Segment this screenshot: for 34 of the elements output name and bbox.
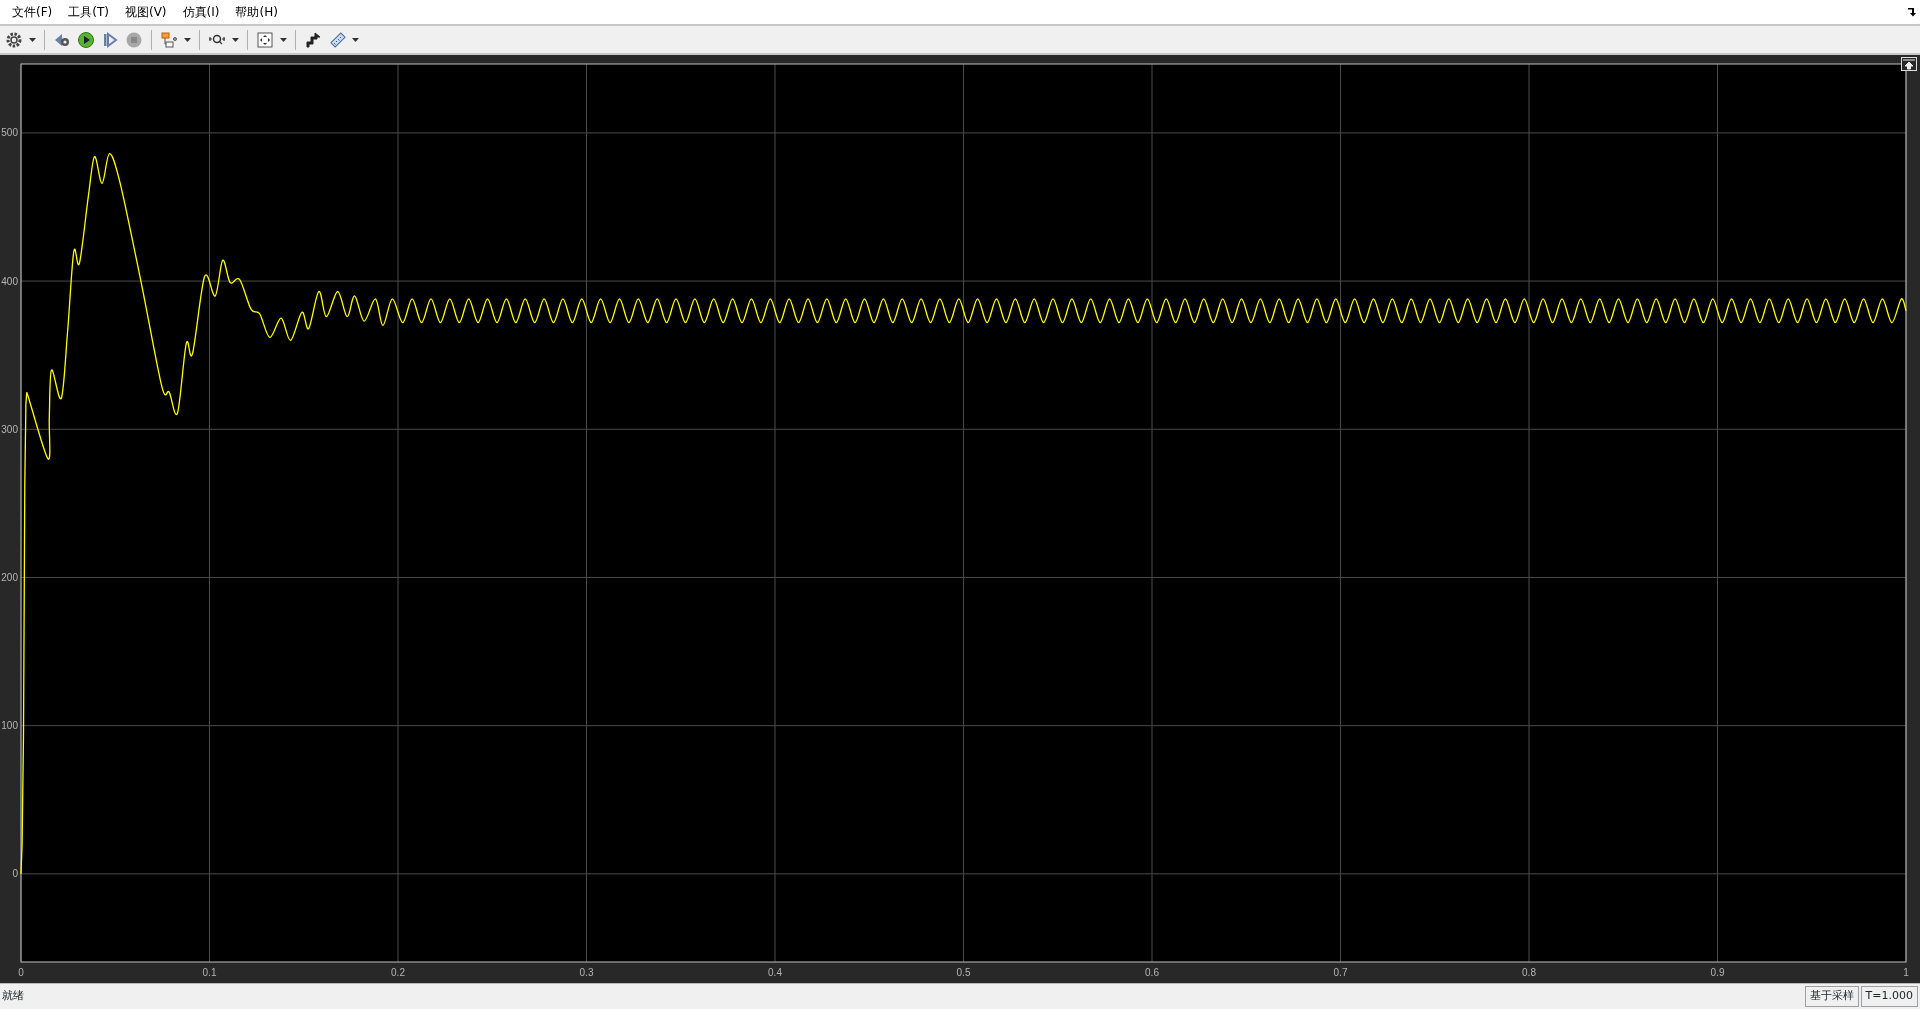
run-button[interactable] bbox=[75, 29, 97, 50]
axis-tick-label: 0.3 bbox=[579, 967, 594, 978]
signal-select-button[interactable] bbox=[158, 29, 180, 50]
axis-tick-label: 200 bbox=[1, 571, 18, 583]
axis-tick-label: 500 bbox=[1, 127, 18, 139]
axis-tick-label: 0 bbox=[18, 967, 24, 978]
caret-icon[interactable] bbox=[230, 36, 241, 43]
caret-icon[interactable] bbox=[278, 36, 289, 43]
axis-tick-label: 0.6 bbox=[1145, 967, 1159, 978]
axis-tick-label: 1 bbox=[1903, 967, 1909, 978]
axis-tick-label: 0.5 bbox=[956, 967, 971, 978]
menu-item[interactable]: 仿真(I) bbox=[174, 2, 228, 22]
axis-tick-label: 0 bbox=[12, 868, 18, 880]
status-text: 就绪 bbox=[1, 988, 24, 1005]
axis-tick-label: 0.4 bbox=[768, 967, 782, 978]
sample-mode-label: 基于采样 bbox=[1804, 986, 1859, 1007]
restore-view-icon[interactable] bbox=[1901, 57, 1917, 71]
axis-tick-label: 0.1 bbox=[202, 967, 217, 978]
axis-tick-label: 400 bbox=[1, 275, 18, 287]
time-readout: T=1.000 bbox=[1860, 986, 1918, 1007]
axis-tick-label: 100 bbox=[1, 720, 18, 732]
axis-tick-label: 300 bbox=[1, 423, 18, 435]
caret-icon[interactable] bbox=[27, 36, 38, 43]
axis-tick-label: 0.7 bbox=[1333, 967, 1348, 978]
menu-item[interactable]: 工具(T) bbox=[60, 2, 117, 22]
menu-item[interactable]: 视图(V) bbox=[116, 2, 175, 22]
caret-icon[interactable] bbox=[182, 36, 193, 43]
fit-to-view-button[interactable] bbox=[254, 29, 276, 50]
menu-item[interactable]: 帮助(H) bbox=[227, 2, 286, 22]
axis-tick-label: 0.9 bbox=[1710, 967, 1725, 978]
axis-tick-label: 0.8 bbox=[1522, 967, 1536, 978]
menu-item[interactable]: 文件(F) bbox=[4, 2, 61, 22]
caret-icon[interactable] bbox=[350, 36, 361, 43]
axis-tick-label: 0.2 bbox=[391, 967, 405, 978]
